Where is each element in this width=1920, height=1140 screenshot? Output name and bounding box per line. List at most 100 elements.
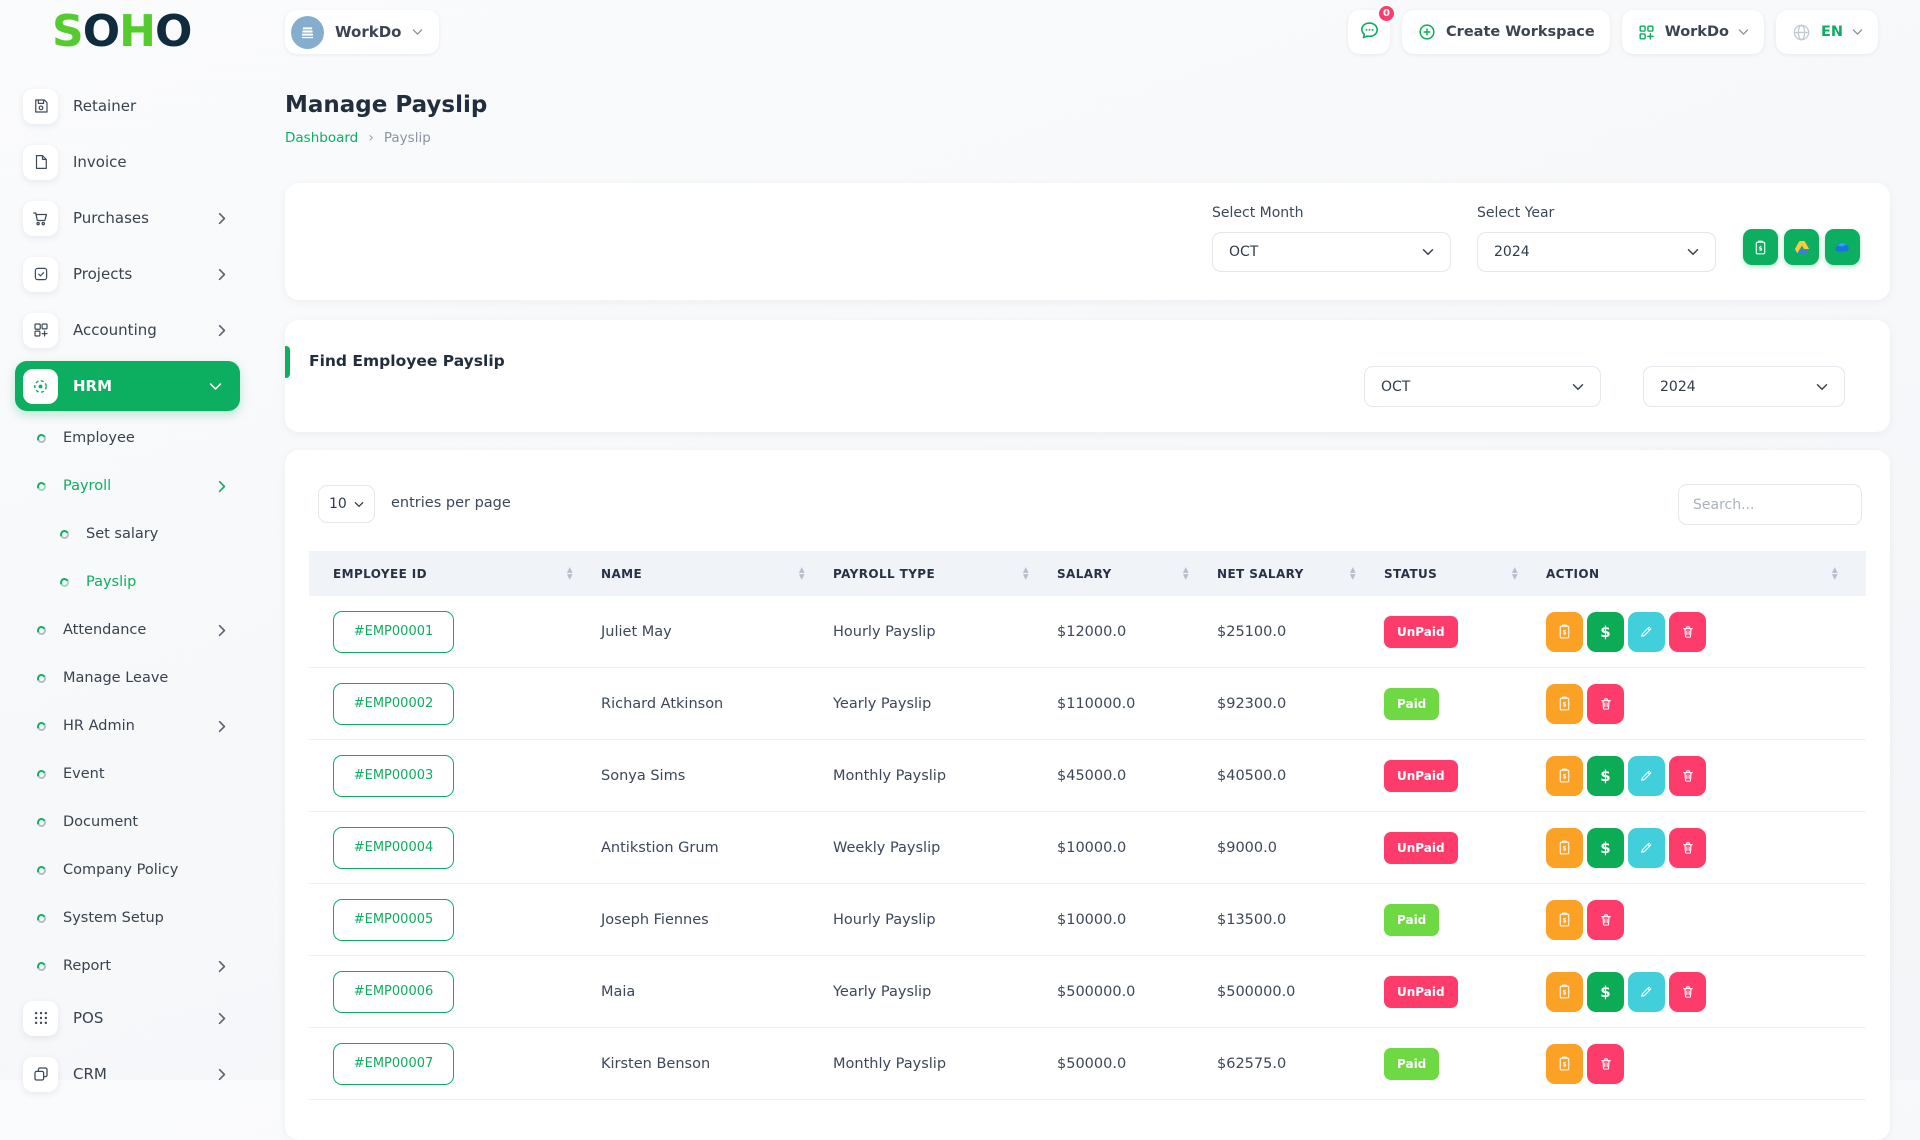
pay-button[interactable]: $	[1587, 827, 1624, 868]
net-salary: $62575.0	[1217, 1055, 1287, 1072]
chevron-down-icon	[1572, 383, 1584, 391]
sidebar-item-hr-admin[interactable]: HR Admin	[0, 702, 285, 750]
employee-id-button[interactable]: #EMP00002	[333, 682, 454, 725]
breadcrumb-dashboard-link[interactable]: Dashboard	[285, 130, 358, 146]
find-month-select[interactable]: OCT	[1364, 366, 1601, 407]
entries-per-page-select[interactable]: 10	[318, 485, 375, 523]
sidebar-item-label: POS	[73, 1009, 104, 1027]
sidebar-nav: Retainer Invoice Purchases Projects Accounti…	[0, 78, 285, 1102]
employee-id-button[interactable]: #EMP00005	[333, 898, 454, 941]
payslip-button[interactable]: $	[1546, 1043, 1583, 1084]
pay-icon: $	[1600, 838, 1611, 857]
sidebar-item-purchases[interactable]: Purchases	[0, 190, 285, 246]
workspace-chip[interactable]: WorkDo	[285, 10, 440, 54]
column-header-action[interactable]: ACTION ▲ ▼	[1546, 566, 1866, 580]
messages-button[interactable]: 0	[1348, 4, 1397, 54]
delete-button[interactable]	[1587, 1043, 1624, 1084]
bullet-icon	[35, 816, 48, 828]
bullet-icon	[35, 864, 48, 876]
delete-button[interactable]	[1587, 683, 1624, 724]
column-header-payroll-type[interactable]: PAYROLL TYPE ▲ ▼	[833, 566, 1057, 581]
filter-card: Select Month OCT Select Year 2024 $	[285, 183, 1890, 300]
employee-id-button[interactable]: #EMP00004	[333, 826, 454, 869]
sidebar-item-company-policy[interactable]: Company Policy	[0, 846, 285, 894]
salary: $10000.0	[1057, 839, 1127, 856]
employee-id-button[interactable]: #EMP00006	[333, 970, 454, 1013]
workdo-menu-button[interactable]: WorkDo	[1621, 10, 1764, 54]
salary: $110000.0	[1057, 695, 1136, 712]
employee-name: Sonya Sims	[601, 767, 686, 784]
grid-dots-icon	[23, 1000, 58, 1036]
sidebar-item-label: Payroll	[63, 478, 112, 494]
edit-button[interactable]	[1628, 827, 1665, 868]
onedrive-button[interactable]	[1825, 229, 1860, 265]
column-header-status[interactable]: STATUS ▲ ▼	[1384, 566, 1546, 580]
status-badge: UnPaid	[1384, 975, 1458, 1008]
sidebar-item-retainer[interactable]: Retainer	[0, 78, 285, 134]
sidebar-item-payroll[interactable]: Payroll	[0, 462, 285, 510]
column-header-net-salary[interactable]: NET SALARY ▲ ▼	[1217, 565, 1384, 581]
month-select[interactable]: OCT	[1212, 232, 1451, 272]
find-year-select[interactable]: 2024	[1643, 366, 1845, 407]
edit-button[interactable]	[1628, 755, 1665, 796]
table-row: #EMP00006 Maia Yearly Payslip $500000.0 $500…	[309, 956, 1866, 1028]
pay-icon: $	[1600, 766, 1611, 785]
employee-id-button[interactable]: #EMP00007	[333, 1042, 454, 1085]
pay-button[interactable]: $	[1587, 755, 1624, 796]
chevron-down-icon	[209, 382, 222, 391]
delete-button[interactable]	[1669, 827, 1706, 868]
employee-id-button[interactable]: #EMP00001	[333, 610, 454, 653]
entries-per-page-value: 10	[329, 496, 347, 512]
create-workspace-button[interactable]: Create Workspace	[1402, 10, 1610, 54]
delete-icon	[1680, 840, 1696, 856]
sidebar-item-invoice[interactable]: Invoice	[0, 134, 285, 190]
payslip-button[interactable]: $	[1546, 755, 1583, 796]
edit-icon	[1639, 984, 1654, 999]
column-label: PAYROLL TYPE	[833, 566, 936, 581]
sidebar-item-crm[interactable]: CRM	[0, 1046, 285, 1102]
sidebar-item-pos[interactable]: POS	[0, 990, 285, 1046]
delete-button[interactable]	[1587, 899, 1624, 940]
sidebar-item-document[interactable]: Document	[0, 798, 285, 846]
search-input[interactable]	[1678, 484, 1862, 525]
delete-button[interactable]	[1669, 971, 1706, 1012]
edit-button[interactable]	[1628, 971, 1665, 1012]
pay-button[interactable]: $	[1587, 611, 1624, 652]
svg-text:$: $	[1563, 630, 1567, 636]
sidebar-item-accounting[interactable]: Accounting	[0, 302, 285, 358]
payslip-button[interactable]: $	[1546, 683, 1583, 724]
sidebar-item-employee[interactable]: Employee	[0, 414, 285, 462]
sidebar-item-event[interactable]: Event	[0, 750, 285, 798]
payslip-button[interactable]: $	[1546, 899, 1583, 940]
sidebar-item-set-salary[interactable]: Set salary	[0, 510, 285, 558]
google-drive-button[interactable]	[1784, 229, 1819, 265]
sidebar-item-report[interactable]: Report	[0, 942, 285, 990]
column-header-name[interactable]: NAME ▲ ▼	[601, 566, 833, 580]
payslip-button[interactable]: $	[1546, 971, 1583, 1012]
employee-id-button[interactable]: #EMP00003	[333, 754, 454, 797]
delete-button[interactable]	[1669, 755, 1706, 796]
sidebar-item-hrm[interactable]: HRM	[15, 361, 240, 411]
sort-arrows-icon: ▲ ▼	[1182, 565, 1189, 581]
sort-arrows-icon: ▲ ▼	[1349, 565, 1356, 581]
sidebar-item-projects[interactable]: Projects	[0, 246, 285, 302]
delete-button[interactable]	[1669, 611, 1706, 652]
edit-icon	[1639, 840, 1654, 855]
payslip-table: EMPLOYEE ID ▲ ▼ NAME ▲ ▼ PAYROLL TYPE ▲ ▼ SALARY ▲…	[309, 551, 1866, 1100]
sidebar-item-attendance[interactable]: Attendance	[0, 606, 285, 654]
column-header-salary[interactable]: SALARY ▲ ▼	[1057, 565, 1217, 581]
pay-button[interactable]: $	[1587, 971, 1624, 1012]
bullet-icon	[35, 768, 48, 780]
sidebar-item-system-setup[interactable]: System Setup	[0, 894, 285, 942]
year-select[interactable]: 2024	[1477, 232, 1716, 272]
sidebar-item-payslip[interactable]: Payslip	[0, 558, 285, 606]
column-header-employee-id[interactable]: EMPLOYEE ID ▲ ▼	[309, 566, 601, 580]
export-payslip-button[interactable]: $	[1743, 229, 1778, 265]
language-selector[interactable]: EN	[1775, 10, 1878, 54]
svg-text:$: $	[1563, 774, 1567, 780]
sidebar-item-manage-leave[interactable]: Manage Leave	[0, 654, 285, 702]
payslip-button[interactable]: $	[1546, 827, 1583, 868]
edit-button[interactable]	[1628, 611, 1665, 652]
chevron-right-icon	[218, 960, 226, 973]
payslip-button[interactable]: $	[1546, 611, 1583, 652]
